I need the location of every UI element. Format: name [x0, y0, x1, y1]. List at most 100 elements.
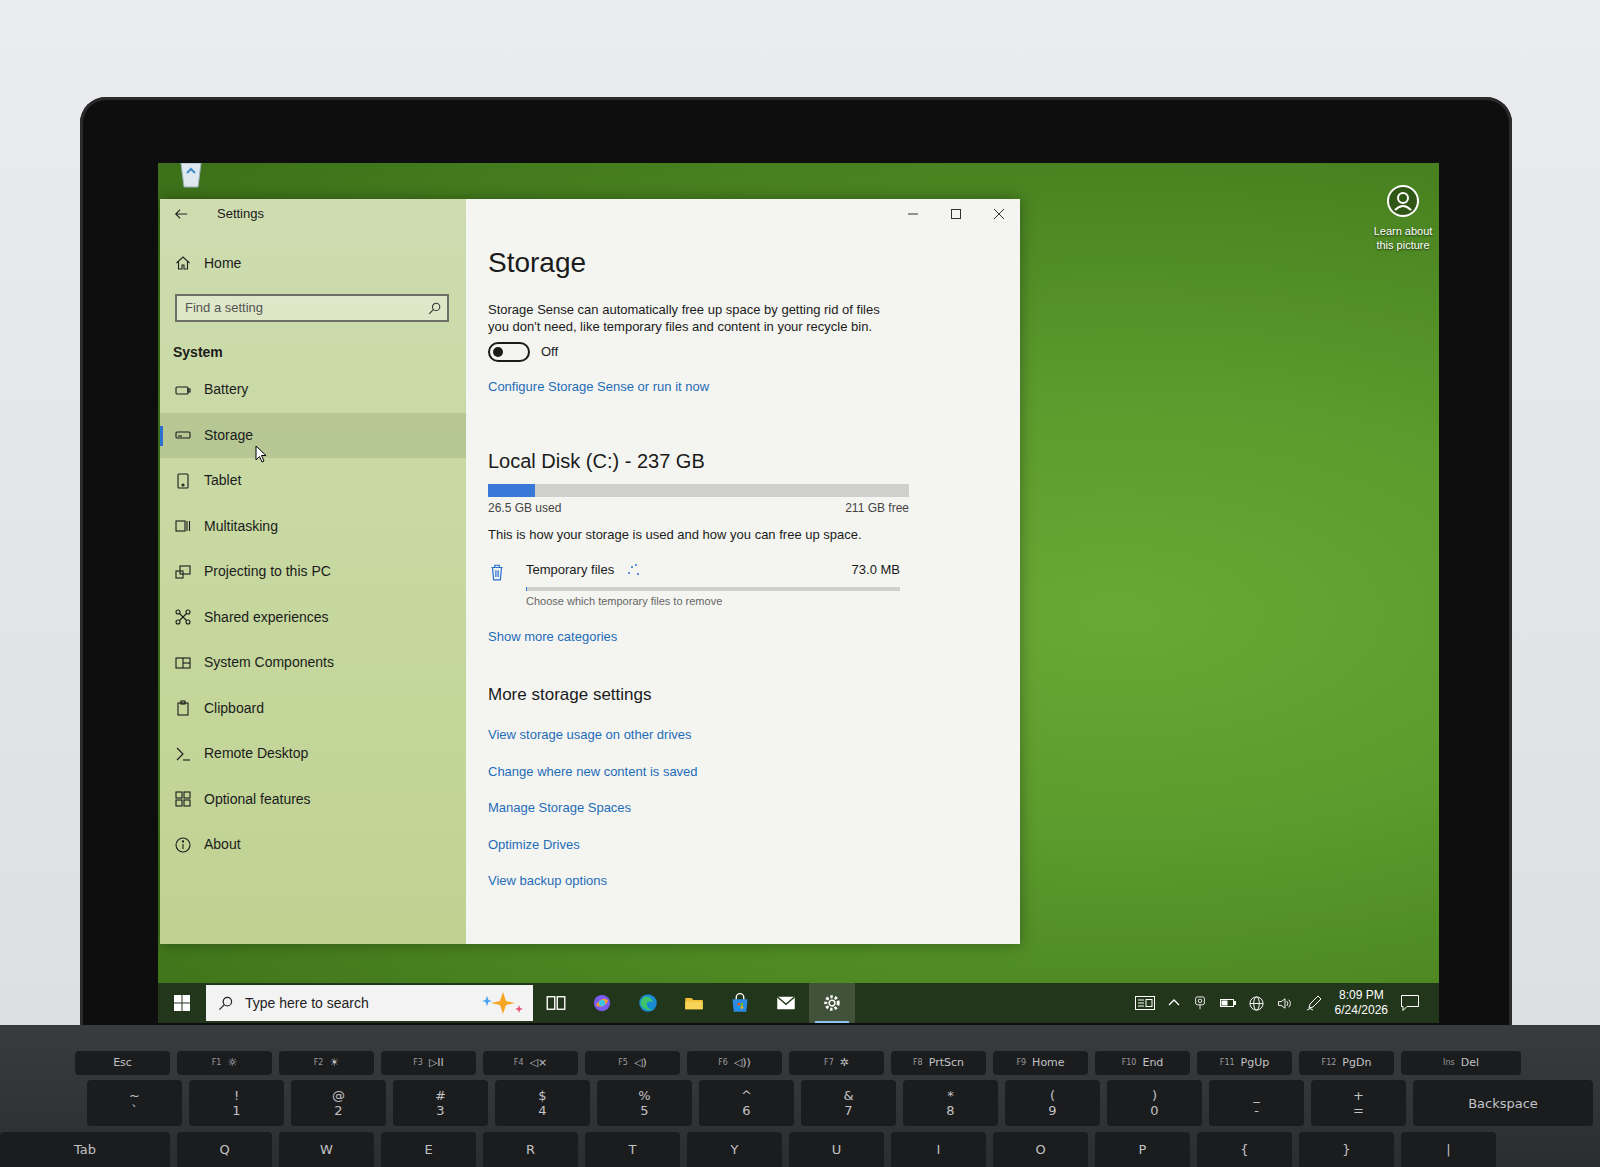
taskbar-app-button[interactable]	[763, 983, 809, 1023]
keyboard-key[interactable]: I	[891, 1132, 986, 1167]
storage-settings-link[interactable]: View storage usage on other drives	[488, 726, 692, 744]
sidebar-item-label[interactable]: Battery	[204, 379, 248, 400]
keyboard-key[interactable]: W	[279, 1132, 374, 1167]
sidebar-item[interactable]: Battery	[160, 367, 466, 413]
taskbar-app-button[interactable]	[579, 983, 625, 1023]
storage-sense-toggle[interactable]	[488, 342, 530, 362]
keyboard-key[interactable]: F4◁×	[483, 1051, 578, 1075]
keyboard-key[interactable]: InsDel	[1401, 1051, 1521, 1075]
keyboard-key[interactable]: T	[585, 1132, 680, 1167]
keyboard-key[interactable]: |	[1401, 1132, 1496, 1167]
close-icon[interactable]	[977, 199, 1020, 229]
taskbar-search[interactable]: Type here to search	[206, 985, 533, 1021]
keyboard-key[interactable]: {	[1197, 1132, 1292, 1167]
clock-date[interactable]: 6/24/2026	[1335, 1003, 1388, 1018]
keyboard-key[interactable]: %5	[597, 1080, 692, 1126]
keyboard-key[interactable]: F6◁))	[687, 1051, 782, 1075]
keyboard-key[interactable]: U	[789, 1132, 884, 1167]
maximize-icon[interactable]	[934, 199, 977, 229]
spotlight-label[interactable]: Learn about this picture	[1369, 224, 1437, 252]
meet-icon[interactable]	[1193, 996, 1207, 1010]
keyboard-key[interactable]: (9	[1005, 1080, 1100, 1126]
category-label[interactable]: Temporary files	[526, 560, 614, 580]
pen-icon[interactable]	[1306, 995, 1322, 1011]
sidebar-item-label[interactable]: Multitasking	[204, 516, 278, 537]
sidebar-item-label[interactable]: Optional features	[204, 789, 311, 810]
configure-link[interactable]: Configure Storage Sense or run it now	[488, 378, 709, 396]
keyboard-key[interactable]: #3	[393, 1080, 488, 1126]
sidebar-item-label[interactable]: Tablet	[204, 470, 241, 491]
back-arrow-icon[interactable]	[174, 207, 188, 221]
sidebar-item[interactable]: Tablet	[160, 458, 466, 504]
keyboard-key[interactable]: +=	[1311, 1080, 1406, 1126]
keyboard-key[interactable]: Backspace	[1413, 1080, 1593, 1126]
storage-settings-link[interactable]: Optimize Drives	[488, 836, 580, 854]
category-detail[interactable]: Choose which temporary files to remove	[526, 594, 900, 609]
sidebar-item[interactable]: Clipboard	[160, 686, 466, 732]
sidebar-item[interactable]: Projecting to this PC	[160, 549, 466, 595]
keyboard-key[interactable]: Tab	[0, 1132, 170, 1167]
storage-settings-link[interactable]: Change where new content is saved	[488, 763, 698, 781]
sidebar-item-label[interactable]: Shared experiences	[204, 607, 329, 628]
keyboard-key[interactable]: $4	[495, 1080, 590, 1126]
clock[interactable]: 8:09 PM 6/24/2026	[1335, 988, 1388, 1018]
sidebar-item[interactable]: Optional features	[160, 777, 466, 823]
clock-time[interactable]: 8:09 PM	[1335, 988, 1388, 1003]
keyboard-key[interactable]: &7	[801, 1080, 896, 1126]
network-globe-icon[interactable]	[1249, 996, 1264, 1011]
taskbar-app-button[interactable]	[533, 983, 579, 1023]
keyboard-key[interactable]: F1☼	[177, 1051, 272, 1075]
keyboard-key[interactable]: F7✲	[789, 1051, 884, 1075]
sidebar-item-label[interactable]: System Components	[204, 652, 334, 673]
home-link[interactable]: Home	[160, 241, 466, 285]
keyboard-key[interactable]: F3▷II	[381, 1051, 476, 1075]
sidebar-item[interactable]: Remote Desktop	[160, 731, 466, 777]
taskbar-search-label[interactable]: Type here to search	[245, 993, 467, 1014]
settings-search-input[interactable]	[185, 298, 428, 318]
keyboard-key[interactable]: F5◁)	[585, 1051, 680, 1075]
windows-start-icon[interactable]	[158, 983, 206, 1023]
sidebar-item[interactable]: About	[160, 822, 466, 868]
taskbar-app-button[interactable]	[625, 983, 671, 1023]
taskbar-app-button[interactable]	[809, 983, 855, 1023]
recycle-bin-icon[interactable]	[174, 163, 208, 189]
search-icon[interactable]	[428, 302, 441, 315]
taskbar-app-button[interactable]	[671, 983, 717, 1023]
keyboard-key[interactable]: ^6	[699, 1080, 794, 1126]
battery-icon[interactable]	[1220, 997, 1236, 1009]
keyboard-key[interactable]: *8	[903, 1080, 998, 1126]
notification-icon[interactable]	[1401, 995, 1419, 1011]
keyboard-key[interactable]: _-	[1209, 1080, 1304, 1126]
volume-icon[interactable]	[1277, 996, 1293, 1011]
taskbar-app-button[interactable]	[717, 983, 763, 1023]
keyboard-key[interactable]: F10End	[1095, 1051, 1190, 1075]
sidebar-item-label[interactable]: Storage	[204, 425, 253, 446]
keyboard-key[interactable]: Y	[687, 1132, 782, 1167]
storage-settings-link[interactable]: View backup options	[488, 872, 607, 890]
keyboard-key[interactable]: F11PgUp	[1197, 1051, 1292, 1075]
storage-settings-link[interactable]: Manage Storage Spaces	[488, 799, 631, 817]
sidebar-item[interactable]: System Components	[160, 640, 466, 686]
minimize-icon[interactable]	[891, 199, 934, 229]
home-label[interactable]: Home	[204, 253, 241, 274]
chevron-up-icon[interactable]	[1168, 997, 1180, 1009]
sidebar-item[interactable]: Shared experiences	[160, 595, 466, 641]
keyboard-key[interactable]: }	[1299, 1132, 1394, 1167]
sidebar-item-label[interactable]: Projecting to this PC	[204, 561, 331, 582]
keyboard-key[interactable]: )0	[1107, 1080, 1202, 1126]
sidebar-item[interactable]: Storage	[160, 413, 466, 459]
keyboard-key[interactable]: F8PrtScn	[891, 1051, 986, 1075]
keyboard-key[interactable]: E	[381, 1132, 476, 1167]
keyboard-key[interactable]: P	[1095, 1132, 1190, 1167]
sidebar-item-label[interactable]: Remote Desktop	[204, 743, 308, 764]
sidebar-item[interactable]: Multitasking	[160, 504, 466, 550]
sidebar-item-label[interactable]: Clipboard	[204, 698, 264, 719]
keyboard-key[interactable]: Q	[177, 1132, 272, 1167]
storage-category[interactable]: Temporary files73.0 MBChoose which tempo…	[488, 560, 1020, 609]
keyboard-key[interactable]: O	[993, 1132, 1088, 1167]
settings-search[interactable]	[175, 294, 449, 322]
keyboard-key[interactable]: F2☀	[279, 1051, 374, 1075]
sidebar-item-label[interactable]: About	[204, 834, 241, 855]
keyboard-key[interactable]: F9Home	[993, 1051, 1088, 1075]
keyboard-key[interactable]: @2	[291, 1080, 386, 1126]
